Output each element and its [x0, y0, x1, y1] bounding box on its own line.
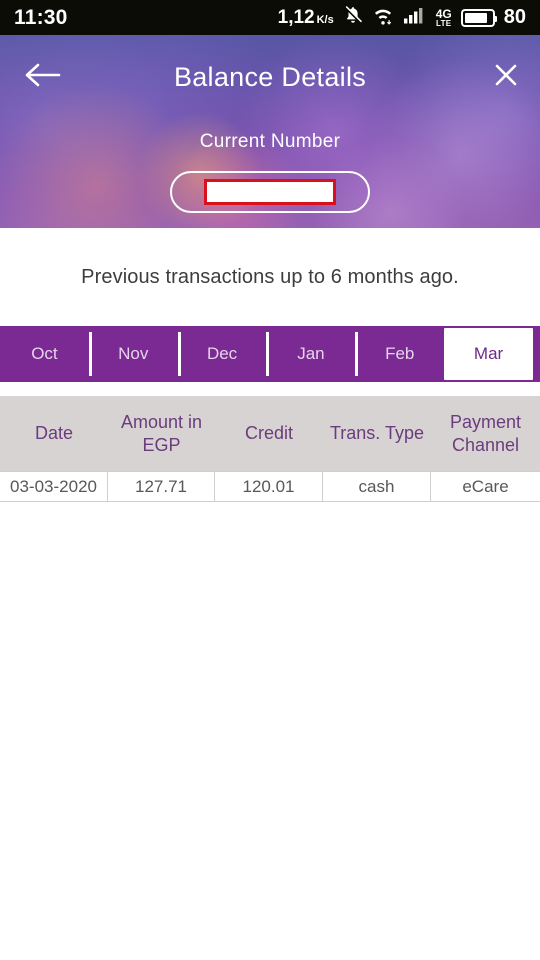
battery-icon — [460, 8, 497, 27]
network-type-primary: 4G — [435, 6, 452, 21]
column-header-amount: Amount in EGP — [120, 412, 203, 455]
current-number-field[interactable] — [170, 171, 370, 213]
data-rate-unit: K/s — [316, 13, 334, 26]
tab-dec[interactable]: Dec — [177, 326, 267, 382]
wifi-icon — [372, 5, 394, 30]
tab-label: Feb — [385, 344, 415, 363]
column-header-date: Date — [34, 423, 74, 444]
tab-mar[interactable]: Mar — [444, 328, 533, 380]
cell-amount: 127.71 — [108, 472, 215, 501]
transactions-note: Previous transactions up to 6 months ago… — [0, 228, 540, 326]
cell-credit: 120.01 — [215, 472, 323, 501]
app-header: Balance Details Current Number — [0, 35, 540, 228]
tab-label: Mar — [473, 344, 504, 363]
tab-label: Jan — [297, 344, 325, 363]
tab-oct[interactable]: Oct — [0, 326, 89, 382]
tab-nov[interactable]: Nov — [88, 326, 178, 382]
cell-date: 03-03-2020 — [0, 472, 108, 501]
network-type-secondary: LTE — [436, 18, 452, 28]
transactions-table: Date Amount in EGP Credit Trans. Type Pa… — [0, 396, 540, 502]
bell-muted-icon — [343, 5, 363, 30]
empty-content-area — [0, 502, 540, 960]
status-bar-icons: 1,12 K/s 4G LTE 80 — [278, 5, 526, 30]
status-bar: 11:30 1,12 K/s 4G LTE 80 — [0, 0, 540, 35]
tab-label: Nov — [118, 344, 149, 363]
tab-feb[interactable]: Feb — [355, 326, 444, 382]
cellular-signal-icon — [403, 5, 427, 30]
redacted-number-overlay — [204, 179, 336, 205]
column-header-credit: Credit — [244, 423, 293, 444]
cell-payment-channel: eCare — [462, 476, 509, 496]
cell-trans-type: cash — [323, 472, 431, 501]
column-header-trans-type: Trans. Type — [329, 423, 425, 444]
month-tab-bar: Oct Nov Dec Jan Feb Mar — [0, 326, 540, 382]
table-header-row: Date Amount in EGP Credit Trans. Type Pa… — [0, 396, 540, 471]
data-rate-value: 1,12 — [277, 6, 315, 28]
current-number-label: Current Number — [199, 131, 341, 152]
column-header-payment-channel: Payment Channel — [449, 412, 522, 455]
battery-percent-label: 80 — [503, 6, 526, 28]
tab-label: Oct — [31, 344, 58, 363]
network-type-indicator: 4G LTE — [436, 8, 452, 28]
tab-jan[interactable]: Jan — [266, 326, 355, 382]
page-title: Balance Details — [173, 62, 367, 92]
status-bar-clock: 11:30 — [14, 5, 68, 29]
data-rate-indicator: 1,12 K/s — [278, 7, 334, 29]
table-row: 03-03-2020 127.71 120.01 cash eCare — [0, 471, 540, 502]
tab-label: Dec — [206, 344, 238, 363]
